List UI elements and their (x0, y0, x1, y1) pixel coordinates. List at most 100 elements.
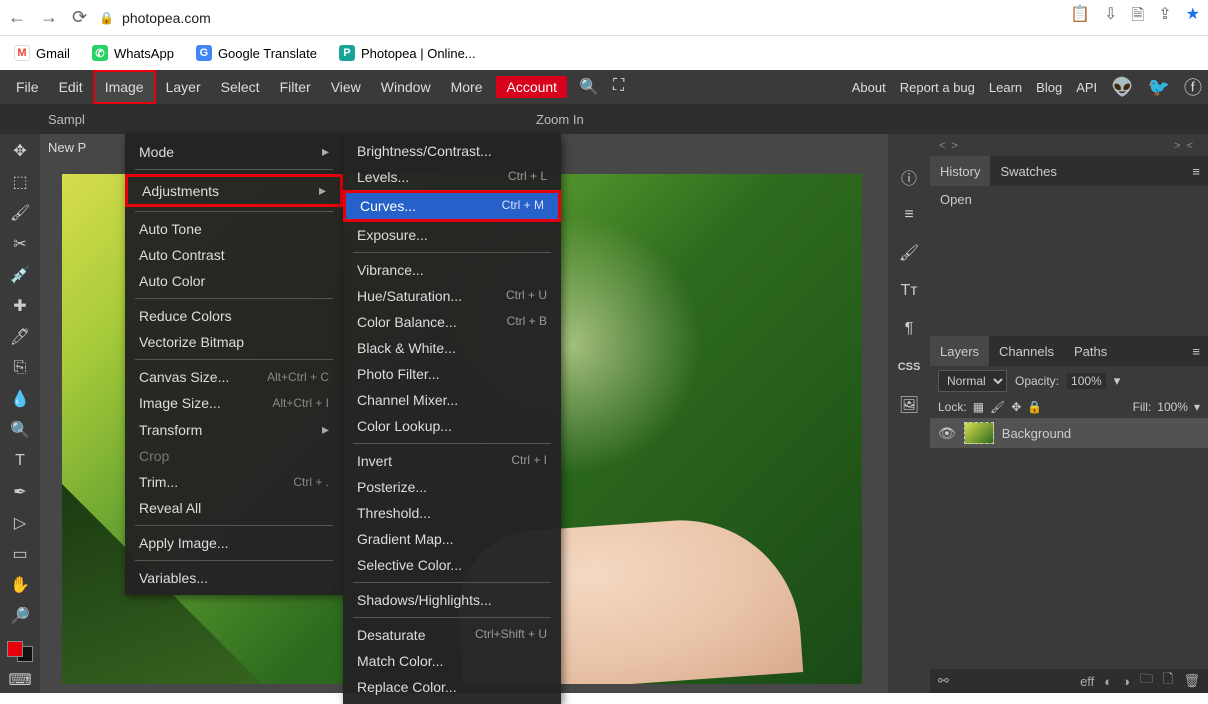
visibility-icon[interactable]: 👁 (938, 425, 956, 442)
shape-tool-icon[interactable]: ▭ (5, 542, 35, 567)
link-blog[interactable]: Blog (1036, 80, 1062, 95)
layer-thumbnail[interactable] (964, 422, 994, 444)
type-tool-icon[interactable]: T (5, 448, 35, 473)
document-tab[interactable]: New P (48, 140, 86, 155)
menu-item-channel-mixer[interactable]: Channel Mixer... (343, 387, 561, 413)
menu-file[interactable]: File (6, 70, 49, 104)
menu-select[interactable]: Select (211, 70, 270, 104)
menu-item-auto-contrast[interactable]: Auto Contrast (125, 242, 343, 268)
bookmark-whatsapp[interactable]: ✆WhatsApp (92, 45, 174, 61)
panel-menu-icon[interactable]: ≡ (1184, 164, 1208, 179)
forward-icon[interactable]: → (40, 7, 58, 28)
menu-item-curves[interactable]: Curves...Ctrl + M (343, 190, 561, 222)
address-bar[interactable]: 🔒 photopea.com (99, 10, 211, 26)
reload-icon[interactable]: ⟳ (72, 7, 87, 28)
menu-item-threshold[interactable]: Threshold... (343, 500, 561, 526)
tab-history[interactable]: History (930, 156, 990, 186)
menu-more[interactable]: More (441, 70, 493, 104)
menu-item-variables[interactable]: Variables... (125, 565, 343, 591)
menu-item-photo-filter[interactable]: Photo Filter... (343, 361, 561, 387)
menu-item-auto-tone[interactable]: Auto Tone (125, 216, 343, 242)
fullscreen-icon[interactable]: ⛶ (613, 77, 624, 97)
account-button[interactable]: Account (496, 76, 567, 98)
folder-icon[interactable]: 🗀 (1140, 670, 1153, 692)
info-icon[interactable]: ⓘ (894, 164, 924, 190)
bookmark-google-translate[interactable]: GGoogle Translate (196, 45, 317, 61)
menu-item-levels[interactable]: Levels...Ctrl + L (343, 164, 561, 190)
menu-item-exposure[interactable]: Exposure... (343, 222, 561, 248)
bookmark-star-icon[interactable]: ★ (1186, 4, 1200, 31)
menu-item-replace-color[interactable]: Replace Color... (343, 674, 561, 700)
bookmark-gmail[interactable]: MGmail (14, 45, 70, 61)
search-icon[interactable]: 🔍 (579, 77, 599, 97)
menu-item-apply-image[interactable]: Apply Image... (125, 530, 343, 556)
tab-swatches[interactable]: Swatches (990, 156, 1066, 186)
menu-item-match-color[interactable]: Match Color... (343, 648, 561, 674)
heal-tool-icon[interactable]: ✚ (5, 293, 35, 318)
fill-value[interactable]: 100% (1157, 400, 1188, 414)
eff-label[interactable]: eff (1080, 674, 1094, 689)
blend-mode-select[interactable]: Normal (938, 370, 1007, 392)
share-icon[interactable]: ⇪ (1158, 4, 1171, 31)
menu-item-transform[interactable]: Transform▸ (125, 416, 343, 443)
link-about[interactable]: About (852, 80, 886, 95)
mask-icon[interactable]: ◐ (1104, 674, 1112, 689)
lock-all-icon[interactable]: 🔒 (1027, 400, 1042, 414)
link-icon[interactable]: ⚯ (938, 673, 949, 689)
menu-item-color-balance[interactable]: Color Balance...Ctrl + B (343, 309, 561, 335)
chevron-down-icon[interactable]: ▾ (1114, 373, 1121, 389)
menu-edit[interactable]: Edit (49, 70, 93, 104)
adjustment-icon[interactable]: ◑ (1122, 674, 1130, 689)
menu-view[interactable]: View (321, 70, 371, 104)
menu-item-reveal-all[interactable]: Reveal All (125, 495, 343, 521)
clone-tool-icon[interactable]: ⎘ (5, 355, 35, 380)
zoom-tool-icon[interactable]: 🔎 (5, 604, 35, 629)
menu-layer[interactable]: Layer (156, 70, 211, 104)
menu-item-adjustments[interactable]: Adjustments▸ (125, 174, 343, 207)
align-icon[interactable]: ≡ (894, 202, 924, 228)
menu-item-canvas-size[interactable]: Canvas Size...Alt+Ctrl + C (125, 364, 343, 390)
menu-item-trim[interactable]: Trim...Ctrl + . (125, 469, 343, 495)
back-icon[interactable]: ← (8, 7, 26, 28)
facebook-icon[interactable]: ⓕ (1184, 74, 1202, 100)
css-icon[interactable]: CSS (894, 354, 924, 380)
tab-channels[interactable]: Channels (989, 336, 1064, 366)
lock-pixels-icon[interactable]: ▦ (973, 400, 984, 414)
link-api[interactable]: API (1076, 80, 1097, 95)
image-panel-icon[interactable]: 🖼 (894, 392, 924, 418)
menu-item-vectorize[interactable]: Vectorize Bitmap (125, 329, 343, 355)
panel-menu-icon[interactable]: ≡ (1184, 344, 1208, 359)
character-icon[interactable]: Tт (894, 278, 924, 304)
panel-collapse-arrows[interactable]: <>>< (939, 140, 1199, 152)
blur-tool-icon[interactable]: 💧 (5, 386, 35, 411)
menu-item-invert[interactable]: InvertCtrl + I (343, 448, 561, 474)
paint-tool-icon[interactable]: 🖊 (5, 324, 35, 349)
select-tool-icon[interactable]: ⬚ (5, 169, 35, 194)
menu-item-posterize[interactable]: Posterize... (343, 474, 561, 500)
menu-item-gradient-map[interactable]: Gradient Map... (343, 526, 561, 552)
paragraph-icon[interactable]: ¶ (894, 316, 924, 342)
menu-item-color-lookup[interactable]: Color Lookup... (343, 413, 561, 439)
twitter-icon[interactable]: 🐦 (1148, 77, 1170, 98)
menu-filter[interactable]: Filter (270, 70, 321, 104)
layer-row[interactable]: 👁 Background (930, 418, 1208, 448)
eyedropper-tool-icon[interactable]: 💉 (5, 262, 35, 287)
hand-tool-icon[interactable]: ✋ (5, 573, 35, 598)
brush-panel-icon[interactable]: 🖌 (894, 240, 924, 266)
brush-tool-icon[interactable]: 🖌 (5, 200, 35, 225)
opacity-value[interactable]: 100% (1067, 373, 1106, 389)
dodge-tool-icon[interactable]: 🔍 (5, 417, 35, 442)
menu-item-brightness-contrast[interactable]: Brightness/Contrast... (343, 138, 561, 164)
keyboard-icon[interactable]: ⌨ (5, 668, 35, 693)
menu-item-vibrance[interactable]: Vibrance... (343, 257, 561, 283)
pen-tool-icon[interactable]: ✒ (5, 480, 35, 505)
lock-move-icon[interactable]: ✥ (1011, 400, 1021, 414)
tab-paths[interactable]: Paths (1064, 336, 1117, 366)
menu-item-desaturate[interactable]: DesaturateCtrl+Shift + U (343, 622, 561, 648)
menu-item-black-white[interactable]: Black & White... (343, 335, 561, 361)
color-swatch[interactable] (7, 641, 33, 662)
page-icon[interactable]: 🗎 (1131, 4, 1144, 31)
path-tool-icon[interactable]: ▷ (5, 511, 35, 536)
menu-item-mode[interactable]: Mode▸ (125, 138, 343, 165)
chevron-down-icon[interactable]: ▾ (1194, 400, 1200, 414)
